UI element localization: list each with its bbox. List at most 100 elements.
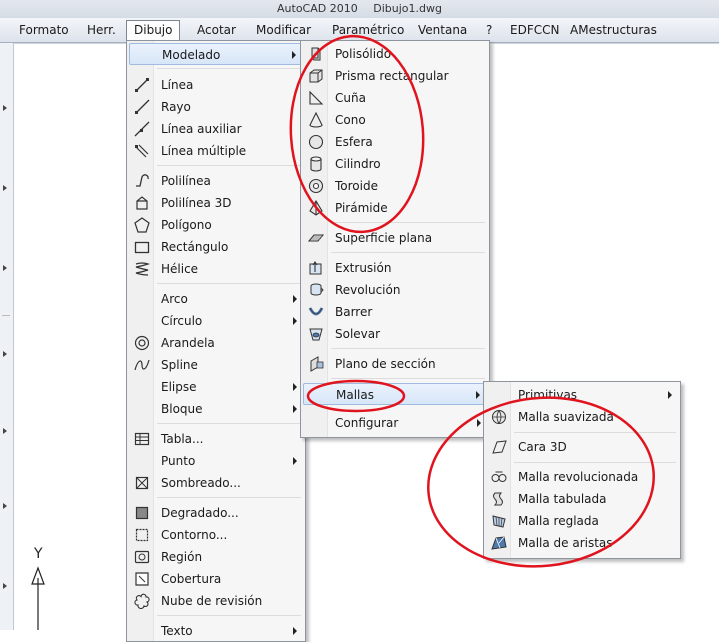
ruled-mesh-icon: [492, 515, 506, 528]
menu-item-sombreado[interactable]: Sombreado...: [129, 472, 303, 494]
menu-item-superficie-plana[interactable]: Superficie plana: [303, 227, 487, 249]
expand-arrow-icon[interactable]: [3, 105, 7, 111]
menu-dibujo[interactable]: Dibujo: [126, 20, 181, 40]
menu-item-revolucion[interactable]: Revolución: [303, 279, 487, 301]
menu-separator: [331, 378, 485, 379]
menu-item-linea[interactable]: Línea: [129, 74, 303, 96]
menu-item-spline[interactable]: Spline: [129, 354, 303, 376]
menu-item-modelado[interactable]: Modelado: [129, 43, 303, 65]
menu-item-polilinea[interactable]: Polilínea: [129, 170, 303, 192]
edge-mesh-icon: [491, 536, 507, 550]
menu-item-cono[interactable]: Cono: [303, 109, 487, 131]
menu-separator: [331, 222, 485, 223]
expand-arrow-icon[interactable]: [3, 503, 7, 509]
menu-item-degradado[interactable]: Degradado...: [129, 502, 303, 524]
cone-icon: [309, 112, 323, 128]
menu-item-malla-suavizada[interactable]: Malla suavizada: [486, 406, 678, 428]
menu-parametrico[interactable]: Paramétrico: [325, 21, 411, 39]
menu-separator: [157, 615, 301, 616]
menu-item-nube-revision[interactable]: Nube de revisión: [129, 590, 303, 612]
menu-separator: [157, 165, 301, 166]
menu-formato[interactable]: Formato: [12, 21, 76, 39]
construction-line-icon: [134, 121, 150, 137]
submenu-arrow-icon: [293, 405, 297, 413]
menu-ventana[interactable]: Ventana: [411, 21, 474, 39]
expand-arrow-icon[interactable]: [3, 428, 7, 434]
menu-separator: [157, 68, 301, 69]
revision-cloud-icon: [134, 593, 150, 609]
menu-item-linea-auxiliar[interactable]: Línea auxiliar: [129, 118, 303, 140]
extrude-icon: [309, 261, 322, 275]
menu-item-cuna[interactable]: Cuña: [303, 87, 487, 109]
menu-separator: [514, 462, 676, 463]
menu-item-plano-seccion[interactable]: Plano de sección: [303, 353, 487, 375]
expand-arrow-icon[interactable]: [3, 583, 7, 589]
menu-item-malla-reglada[interactable]: Malla reglada: [486, 510, 678, 532]
menu-modificar[interactable]: Modificar: [249, 21, 318, 39]
menu-separator: [514, 432, 676, 433]
expand-arrow-icon[interactable]: [3, 185, 7, 191]
submenu-arrow-icon: [476, 391, 480, 399]
menu-amestructuras[interactable]: AMestructuras: [563, 21, 664, 39]
boundary-icon: [135, 528, 149, 542]
menu-item-punto[interactable]: Punto: [129, 450, 303, 472]
menu-item-tabla[interactable]: Tabla...: [129, 428, 303, 450]
file-title: Dibujo1.dwg: [373, 2, 442, 15]
torus-icon: [308, 178, 324, 194]
wedge-icon: [309, 90, 324, 105]
donut-icon: [134, 335, 150, 351]
menu-item-malla-aristas[interactable]: Malla de aristas: [486, 532, 678, 554]
menu-item-cara-3d[interactable]: Cara 3D: [486, 436, 678, 458]
menu-item-esfera[interactable]: Esfera: [303, 131, 487, 153]
menu-item-piramide[interactable]: Pirámide: [303, 197, 487, 219]
menu-item-malla-revolucionada[interactable]: Malla revolucionada: [486, 466, 678, 488]
table-icon: [134, 432, 150, 446]
menu-item-polisolido[interactable]: Polisólido: [303, 43, 487, 65]
menu-item-mallas[interactable]: Mallas: [303, 383, 487, 405]
menu-item-rectangulo[interactable]: Rectángulo: [129, 236, 303, 258]
menu-item-poligono[interactable]: Polígono: [129, 214, 303, 236]
menu-acotar[interactable]: Acotar: [190, 21, 243, 39]
planar-surface-icon: [308, 234, 324, 242]
menu-item-linea-multiple[interactable]: Línea múltiple: [129, 140, 303, 162]
menu-item-elipse[interactable]: Elipse: [129, 376, 303, 398]
expand-arrow-icon[interactable]: [3, 265, 7, 271]
menu-item-circulo[interactable]: Círculo: [129, 310, 303, 332]
menu-item-helice[interactable]: Hélice: [129, 258, 303, 280]
submenu-arrow-icon: [477, 419, 481, 427]
menu-item-malla-tabulada[interactable]: Malla tabulada: [486, 488, 678, 510]
menu-item-rayo[interactable]: Rayo: [129, 96, 303, 118]
menu-item-toroide[interactable]: Toroide: [303, 175, 487, 197]
menu-item-arco[interactable]: Arco: [129, 288, 303, 310]
menu-item-bloque[interactable]: Bloque: [129, 398, 303, 420]
submenu-arrow-icon: [293, 383, 297, 391]
menu-item-texto[interactable]: Texto: [129, 620, 303, 642]
menu-item-prisma-rectangular[interactable]: Prisma rectangular: [303, 65, 487, 87]
menu-edfccn[interactable]: EDFCCN: [503, 21, 566, 39]
left-toolbar-strip: [0, 43, 14, 630]
smooth-mesh-icon: [492, 410, 506, 424]
title-bar: AutoCAD 2010 Dibujo1.dwg: [0, 0, 719, 18]
revolved-mesh-icon: [491, 471, 507, 482]
revolve-icon: [310, 283, 324, 296]
cylinder-icon: [310, 156, 322, 172]
menu-item-region[interactable]: Región: [129, 546, 303, 568]
menu-item-primitivas[interactable]: Primitivas: [486, 384, 678, 406]
mallas-submenu: Primitivas Malla suavizada Cara 3D Malla…: [483, 381, 681, 559]
menu-item-solevar[interactable]: Solevar: [303, 323, 487, 345]
polyline-3d-icon: [136, 196, 148, 210]
hatch-icon: [135, 476, 149, 490]
modelado-submenu: Polisólido Prisma rectangular Cuña Cono …: [300, 40, 490, 438]
expand-arrow-icon[interactable]: [3, 351, 7, 357]
menu-item-cilindro[interactable]: Cilindro: [303, 153, 487, 175]
menu-item-polilinea-3d[interactable]: Polilínea 3D: [129, 192, 303, 214]
menu-herr[interactable]: Herr.: [80, 21, 123, 39]
menu-item-cobertura[interactable]: Cobertura: [129, 568, 303, 590]
polygon-icon: [134, 217, 150, 233]
menu-item-arandela[interactable]: Arandela: [129, 332, 303, 354]
menu-item-barrer[interactable]: Barrer: [303, 301, 487, 323]
menu-help[interactable]: ?: [479, 21, 499, 39]
menu-item-extrusion[interactable]: Extrusión: [303, 257, 487, 279]
menu-item-contorno[interactable]: Contorno...: [129, 524, 303, 546]
menu-item-configurar[interactable]: Configurar: [303, 412, 487, 434]
